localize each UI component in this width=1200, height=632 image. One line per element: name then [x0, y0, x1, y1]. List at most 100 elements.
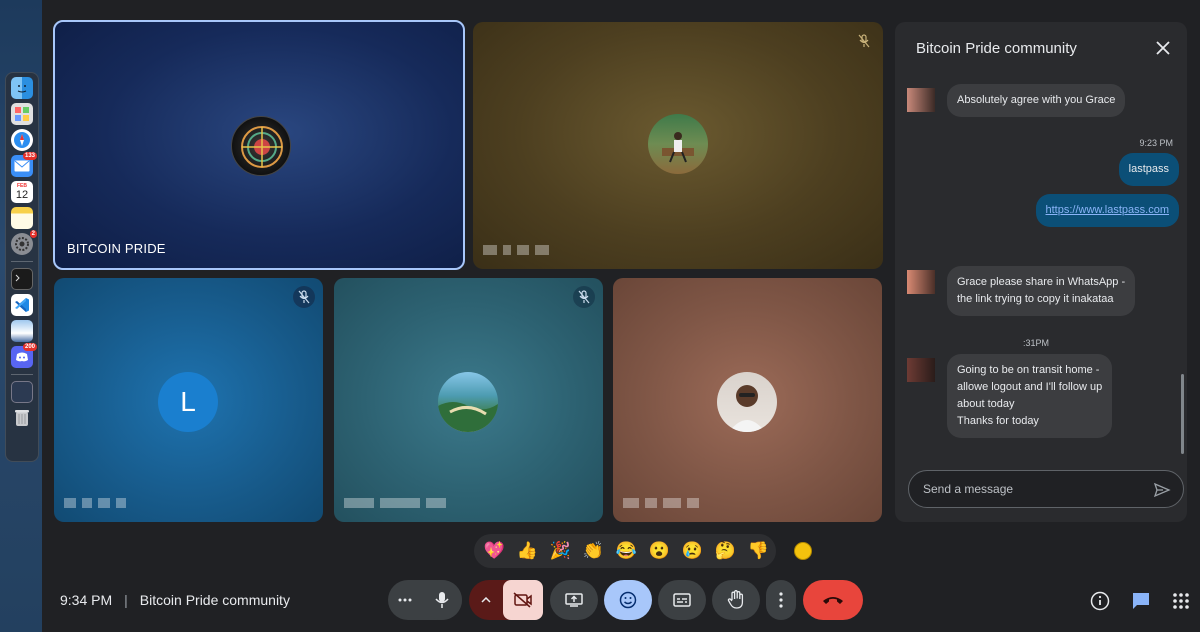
reaction-party-popper[interactable]: 🎉	[548, 541, 573, 561]
settings-badge: 2	[29, 230, 37, 238]
apps-grid-icon	[1173, 593, 1189, 609]
dock-separator	[11, 374, 33, 375]
message-line: Grace please share in WhatsApp -	[957, 276, 1126, 288]
reaction-crying[interactable]: 😢	[680, 541, 705, 561]
reaction-thumbs-down[interactable]: 👎	[746, 541, 771, 561]
finder-icon[interactable]	[11, 77, 33, 99]
closed-captions-icon	[673, 593, 691, 607]
macos-dock: 133 FEB 12 2 200	[5, 72, 39, 462]
sender-avatar	[907, 88, 935, 112]
calendar-day: 12	[15, 189, 29, 201]
chevron-up-icon	[481, 597, 491, 603]
chat-panel: Bitcoin Pride community Absolutely agree…	[895, 22, 1187, 522]
mic-off-icon	[853, 30, 875, 52]
participant-tile[interactable]: L	[54, 278, 323, 522]
calendar-icon[interactable]: FEB 12	[11, 181, 33, 203]
blurred-name	[344, 498, 446, 508]
reactions-button[interactable]	[604, 580, 652, 620]
mic-off-icon	[573, 286, 595, 308]
mic-control-group	[388, 580, 462, 620]
chat-message: Going to be on transit home - allowe log…	[947, 354, 1113, 438]
chat-message: lastpass	[1118, 153, 1179, 186]
end-call-icon	[823, 597, 843, 604]
meeting-info: 9:34 PM | Bitcoin Pride community	[60, 592, 290, 608]
leave-call-button[interactable]	[803, 580, 863, 620]
mail-icon[interactable]: 133	[11, 152, 37, 177]
notes-icon[interactable]	[11, 207, 33, 229]
preview-icon[interactable]	[11, 320, 33, 342]
reaction-sparkling-heart[interactable]: 💖	[482, 541, 507, 561]
meeting-name: Bitcoin Pride community	[139, 592, 290, 608]
message-time: 9:23 PM	[1139, 138, 1173, 148]
message-input-box	[908, 470, 1184, 508]
message-text: lastpass	[1128, 163, 1169, 175]
reaction-surprised[interactable]: 😮	[647, 541, 672, 561]
chat-scrollbar[interactable]	[1181, 374, 1184, 454]
message-time: :31PM	[1023, 338, 1050, 348]
present-screen-icon	[565, 593, 583, 607]
close-icon[interactable]	[1153, 38, 1173, 58]
chat-message: https://www.lastpass.com	[1035, 194, 1179, 227]
meeting-details-button[interactable]	[1089, 590, 1111, 612]
mail-badge: 133	[22, 152, 37, 160]
emoji-icon	[619, 591, 637, 609]
message-line: allowe logout and I'll follow up	[957, 381, 1103, 393]
participant-tile[interactable]	[473, 22, 883, 269]
window-icon[interactable]	[11, 381, 33, 403]
info-separator: |	[124, 592, 128, 608]
letter-avatar: L	[158, 372, 218, 432]
video-options-button[interactable]	[469, 580, 503, 620]
send-icon[interactable]	[1153, 481, 1171, 499]
reaction-clapping[interactable]: 👏	[581, 541, 606, 561]
bitcoin-pride-logo	[231, 116, 291, 176]
raise-hand-button[interactable]	[712, 580, 760, 620]
camera-off-icon	[513, 592, 532, 608]
mic-off-icon	[293, 286, 315, 308]
audio-options-button[interactable]	[388, 580, 422, 620]
blurred-name	[483, 245, 549, 255]
chat-bubble-icon	[1133, 593, 1149, 609]
captions-button[interactable]	[658, 580, 706, 620]
participant-avatar	[648, 114, 708, 174]
message-input[interactable]	[923, 482, 1143, 496]
raise-hand-icon	[727, 590, 744, 609]
reaction-thumbs-up[interactable]: 👍	[515, 541, 540, 561]
system-settings-icon[interactable]: 2	[11, 230, 37, 255]
chat-title: Bitcoin Pride community	[916, 40, 1077, 57]
more-options-button[interactable]	[766, 580, 796, 620]
message-link[interactable]: https://www.lastpass.com	[1046, 204, 1170, 216]
terminal-icon[interactable]	[11, 268, 33, 290]
camera-button[interactable]	[503, 580, 543, 620]
microphone-button[interactable]	[422, 580, 462, 620]
discord-icon[interactable]: 200	[11, 343, 37, 368]
chat-message: Absolutely agree with you Grace	[947, 84, 1126, 117]
chat-button[interactable]	[1130, 590, 1152, 612]
discord-badge: 200	[22, 343, 37, 351]
info-icon	[1090, 591, 1110, 611]
message-line: Going to be on transit home -	[957, 364, 1100, 376]
participant-tile-main[interactable]: BITCOIN PRIDE	[53, 20, 465, 270]
vscode-icon[interactable]	[11, 294, 33, 316]
reaction-thinking[interactable]: 🤔	[713, 541, 738, 561]
participant-tile[interactable]	[334, 278, 603, 522]
message-text: Absolutely agree with you Grace	[957, 94, 1116, 106]
dock-separator	[11, 261, 33, 262]
safari-icon[interactable]	[11, 129, 33, 151]
avatar-letter: L	[180, 386, 196, 417]
participant-avatar	[717, 372, 777, 432]
present-button[interactable]	[550, 580, 598, 620]
participant-name: BITCOIN PRIDE	[67, 241, 166, 256]
skin-tone-selector[interactable]	[794, 542, 812, 560]
sender-avatar	[907, 270, 935, 294]
message-line: the link trying to copy it inakataa	[957, 293, 1114, 305]
reaction-laughing[interactable]: 😂	[614, 541, 639, 561]
trash-icon[interactable]	[11, 407, 33, 429]
launchpad-icon[interactable]	[11, 103, 33, 125]
participant-tile[interactable]	[613, 278, 882, 522]
microphone-icon	[435, 592, 449, 608]
current-time: 9:34 PM	[60, 592, 113, 608]
chat-message: Grace please share in WhatsApp - the lin…	[947, 266, 1136, 316]
meet-window: BITCOIN PRIDE L Bitcoin Pride community …	[42, 0, 1200, 632]
activities-button[interactable]	[1170, 590, 1192, 612]
reaction-bar: 💖 👍 🎉 👏 😂 😮 😢 🤔 👎	[474, 534, 776, 568]
